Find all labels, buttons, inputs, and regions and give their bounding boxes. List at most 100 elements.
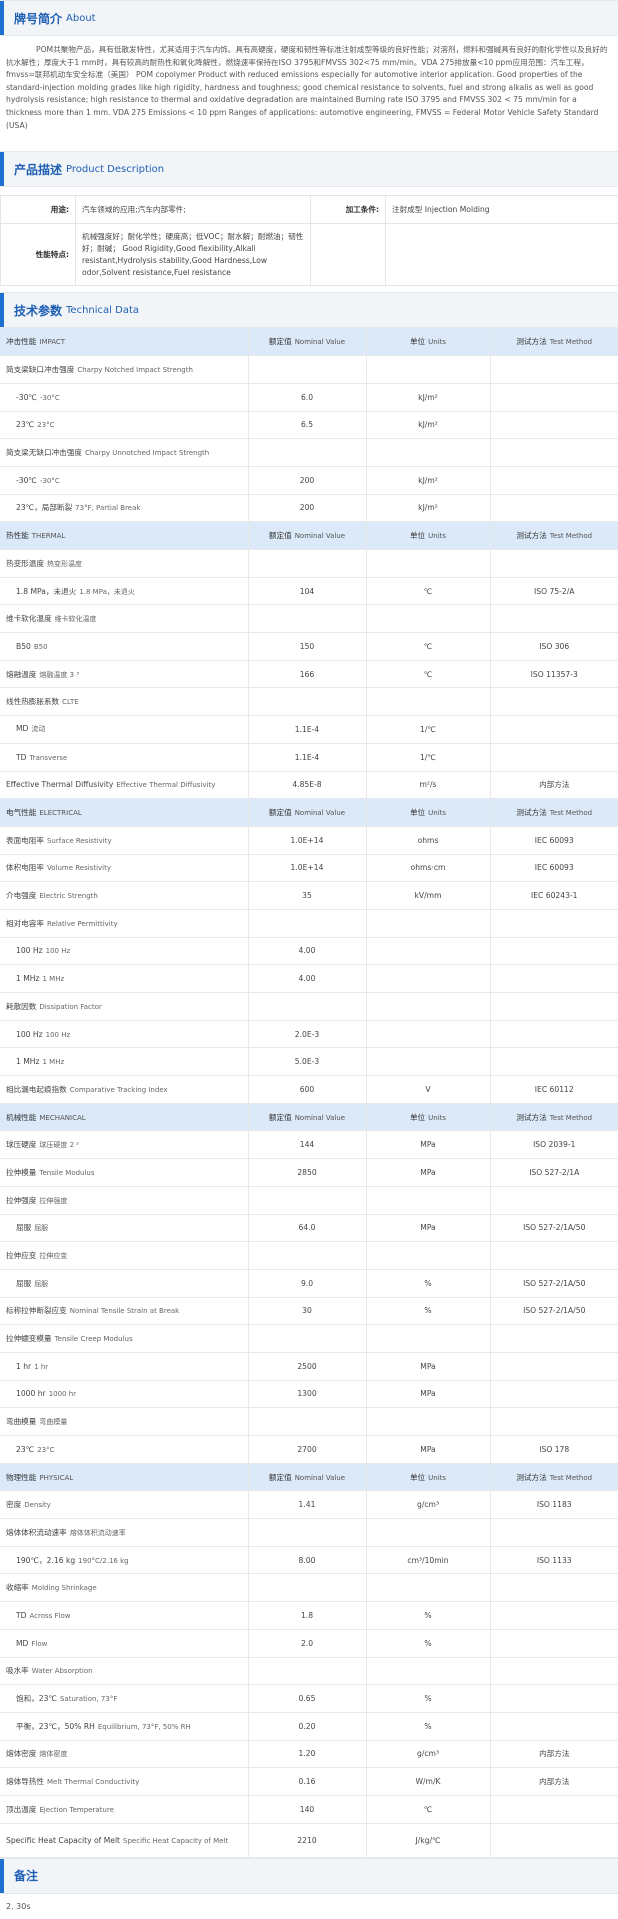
nominal-value: 200	[248, 466, 366, 494]
property-name-cn: 平衡，23℃，50% RH	[16, 1722, 95, 1731]
about-title-cn: 牌号简介	[14, 10, 62, 27]
property-name-en: 屈服	[34, 1280, 48, 1288]
tech-header: 技术参数 Technical Data	[0, 292, 618, 328]
category-label: 物理性能PHYSICAL	[0, 1463, 248, 1491]
property-name: 熔体密度熔体密度	[0, 1740, 248, 1768]
test-method-link[interactable]: ISO 11357-3	[490, 660, 618, 688]
table-row: 23℃23°C2700MPaISO 178	[0, 1436, 618, 1464]
property-name-en: Electric Strength	[39, 892, 97, 900]
unit-value	[366, 1048, 490, 1076]
unit-value: %	[366, 1629, 490, 1657]
property-name-en: Transverse	[30, 754, 68, 762]
header-nominal-cn: 额定值	[269, 337, 292, 346]
unit-value: ohms	[366, 826, 490, 854]
property-name: 100 Hz100 Hz	[0, 1020, 248, 1048]
test-method	[490, 605, 618, 633]
about-section: 牌号简介 About POM共聚物产品，具有低散发特性，尤其适用于汽车内饰。具有…	[0, 0, 618, 151]
unit-value	[366, 1325, 490, 1353]
nominal-value	[248, 1242, 366, 1270]
nominal-value: 2850	[248, 1159, 366, 1187]
property-name: 介电强度Electric Strength	[0, 882, 248, 910]
product-title-en: Product Description	[66, 164, 164, 175]
property-name: 简支梁无缺口冲击强度Charpy Unnotched Impact Streng…	[0, 439, 248, 467]
property-name-cn: 顶出温度	[6, 1805, 36, 1814]
header-method-en: Test Method	[550, 809, 592, 817]
unit-value: cm³/10min	[366, 1546, 490, 1574]
property-name: 耗散因数Dissipation Factor	[0, 993, 248, 1021]
column-header-units: 单位Units	[366, 799, 490, 827]
header-nominal-cn: 额定值	[269, 1473, 292, 1482]
test-method	[490, 1602, 618, 1630]
unit-value	[366, 356, 490, 384]
nominal-value: 4.00	[248, 937, 366, 965]
property-name: 弯曲模量弯曲模量	[0, 1408, 248, 1436]
table-row: 维卡软化温度维卡软化温度	[0, 605, 618, 633]
unit-value: J/kg/℃	[366, 1823, 490, 1857]
property-name-cn: 拉伸强度	[6, 1196, 36, 1205]
column-header-nominal: 额定值Nominal Value	[248, 328, 366, 356]
table-row: 简支梁无缺口冲击强度Charpy Unnotched Impact Streng…	[0, 439, 618, 467]
unit-value	[366, 439, 490, 467]
property-name: 简支梁缺口冲击强度Charpy Notched Impact Strength	[0, 356, 248, 384]
property-name: 熔体体积流动速率熔体体积流动速率	[0, 1519, 248, 1547]
test-method: 内部方法	[490, 771, 618, 799]
table-row: 体积电阻率Volume Resistivity1.0E+14ohms·cmIEC…	[0, 854, 618, 882]
property-name: 热变形温度热变形温度	[0, 550, 248, 578]
unit-value: MPa	[366, 1380, 490, 1408]
column-header-units: 单位Units	[366, 1463, 490, 1491]
nominal-value: 600	[248, 1076, 366, 1104]
property-name-en: Across Flow	[30, 1612, 71, 1620]
product-section: 产品描述 Product Description 用途: 汽车领域的应用;汽车内…	[0, 151, 618, 292]
property-name-en: 弯曲模量	[39, 1418, 67, 1426]
unit-value: W/m/K	[366, 1768, 490, 1796]
property-name-cn: 热变形温度	[6, 559, 44, 568]
property-name-cn: 熔体导热性	[6, 1777, 44, 1786]
property-name: MD流动	[0, 716, 248, 744]
table-row: 相对电容率Relative Permittivity	[0, 909, 618, 937]
property-name-cn: MD	[16, 1639, 28, 1648]
nominal-value: 2.0E-3	[248, 1020, 366, 1048]
property-name-cn: 线性热膨胀系数	[6, 697, 59, 706]
category-name-cn: 冲击性能	[6, 337, 36, 346]
test-method	[490, 1186, 618, 1214]
table-row: TDTransverse1.1E-41/℃	[0, 743, 618, 771]
property-name-cn: 介电强度	[6, 891, 36, 900]
nominal-value: 140	[248, 1795, 366, 1823]
property-name-cn: 标称拉伸断裂应变	[6, 1306, 67, 1315]
property-name-en: 1 hr	[34, 1363, 48, 1371]
table-row: 简支梁缺口冲击强度Charpy Notched Impact Strength	[0, 356, 618, 384]
header-units-cn: 单位	[410, 337, 425, 346]
notes-section: 备注 2. 30s	[0, 1858, 618, 1919]
column-header-method: 测试方法Test Method	[490, 799, 618, 827]
property-name-en: 熔融温度 3 ³	[39, 671, 79, 679]
property-name-cn: Specific Heat Capacity of Melt	[6, 1836, 120, 1845]
property-name-en: 23°C	[37, 421, 54, 429]
table-row: 拉伸强度拉伸强度	[0, 1186, 618, 1214]
table-row: 190℃，2.16 kg190°C/2.16 kg8.00cm³/10minIS…	[0, 1546, 618, 1574]
unit-value	[366, 1242, 490, 1270]
unit-value	[366, 937, 490, 965]
unit-value: MPa	[366, 1159, 490, 1187]
feature-value: 机械强度好；耐化学性；硬度高；低VOC；耐水解；耐燃油；韧性好；耐碱； Good…	[76, 224, 311, 286]
unit-value: %	[366, 1712, 490, 1740]
test-method-link[interactable]: ISO 1133	[490, 1546, 618, 1574]
table-row: 拉伸模量Tensile Modulus2850MPaISO 527-2/1A	[0, 1159, 618, 1187]
unit-value: MPa	[366, 1131, 490, 1159]
property-name-en: 1.8 MPa，未退火	[79, 588, 135, 596]
property-name: 1 MHz1 MHz	[0, 965, 248, 993]
feature-label: 性能特点:	[1, 224, 76, 286]
property-name: 23℃23°C	[0, 411, 248, 439]
header-nominal-cn: 额定值	[269, 808, 292, 817]
test-method: ISO 1183	[490, 1491, 618, 1519]
test-method	[490, 716, 618, 744]
property-name: 球压硬度球压硬度 2 ²	[0, 1131, 248, 1159]
property-name-cn: 球压硬度	[6, 1140, 36, 1149]
test-method: ISO 2039-1	[490, 1131, 618, 1159]
test-method: IEC 60093	[490, 854, 618, 882]
header-units-cn: 单位	[410, 808, 425, 817]
nominal-value: 166	[248, 660, 366, 688]
column-header-nominal: 额定值Nominal Value	[248, 799, 366, 827]
unit-value: %	[366, 1297, 490, 1325]
property-name: 拉伸蠕变模量Tensile Creep Modulus	[0, 1325, 248, 1353]
test-method	[490, 1712, 618, 1740]
